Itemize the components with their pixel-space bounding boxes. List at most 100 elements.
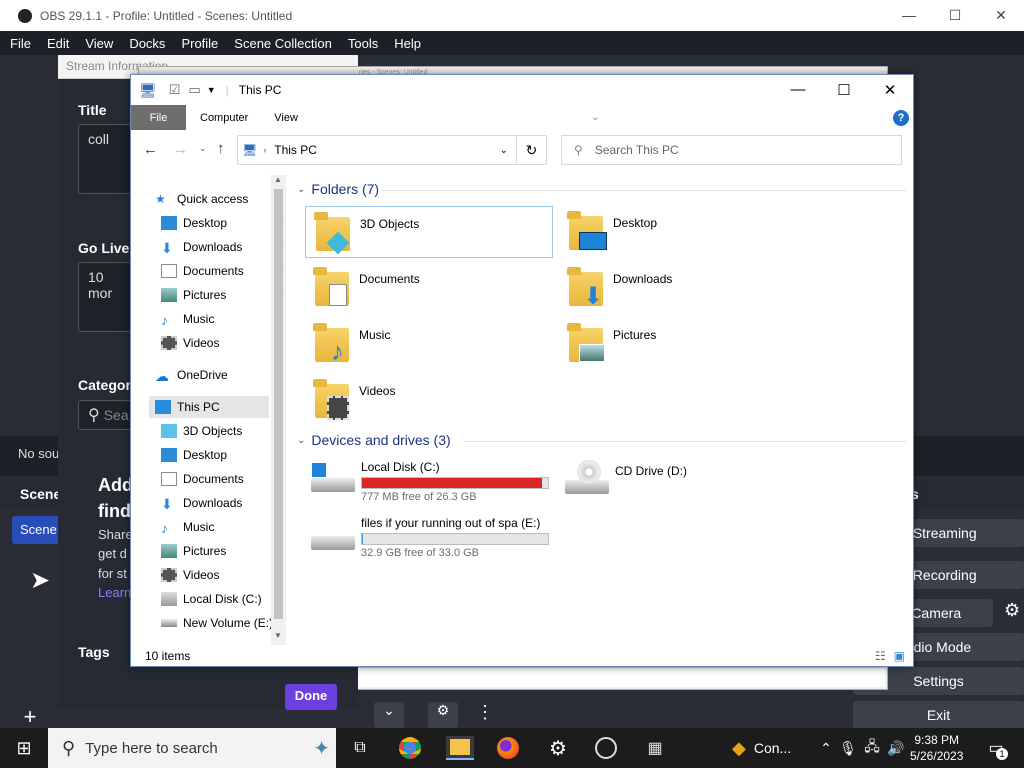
breadcrumb[interactable]: This PC xyxy=(274,143,317,157)
nav-onedrive[interactable]: ☁ OneDrive xyxy=(155,364,285,386)
firefox-icon[interactable] xyxy=(496,736,520,760)
expand-ribbon-icon[interactable]: ⌄ xyxy=(591,112,599,123)
taskbar-app-contest[interactable]: ◆ Con... xyxy=(732,736,812,760)
scene-item[interactable]: Scene xyxy=(12,516,58,544)
tab-computer[interactable]: Computer xyxy=(200,112,248,124)
collapse-chevron-icon[interactable]: ⌄ xyxy=(297,184,305,195)
add-heading-2: find xyxy=(98,501,131,521)
folder-videos[interactable]: Videos xyxy=(305,374,553,426)
mouse-cursor-icon: ➤ xyxy=(30,567,51,594)
tab-view[interactable]: View xyxy=(274,112,298,124)
drive-cd-d[interactable]: CD Drive (D:) xyxy=(563,460,687,500)
address-bar[interactable]: 🖥 › This PC ⌄ ↻ xyxy=(237,135,547,165)
folder-documents[interactable]: Documents xyxy=(305,262,553,314)
tags-label: Tags xyxy=(78,644,110,660)
new-folder-icon[interactable]: ▭ xyxy=(188,82,200,98)
taskbar-search-box[interactable]: ⚲ Type here to search ✦ xyxy=(48,728,336,768)
nav-scrollbar[interactable]: ▲ ▼ xyxy=(271,175,286,645)
chevron-down-icon[interactable]: ⌄ xyxy=(374,702,404,728)
star-icon: ★ xyxy=(155,192,166,206)
collapse-chevron-icon[interactable]: ⌄ xyxy=(297,435,305,446)
refresh-icon[interactable]: ↻ xyxy=(516,136,546,164)
help-icon[interactable]: ? xyxy=(893,109,909,126)
large-icons-view-icon[interactable]: ▣ xyxy=(894,649,905,663)
show-hidden-icons-icon[interactable]: ⌃ xyxy=(814,736,838,760)
add-scene-icon[interactable]: + xyxy=(16,704,44,729)
drive-e[interactable]: files if your running out of spa (E:) 32… xyxy=(309,516,549,559)
explorer-title: This PC xyxy=(238,83,282,97)
exit-button[interactable]: Exit xyxy=(853,701,1024,729)
go-live-input[interactable]: 10 mor xyxy=(78,262,138,332)
folder-pictures[interactable]: Pictures xyxy=(559,318,807,370)
scrollbar-thumb[interactable] xyxy=(274,189,283,619)
file-explorer-taskbar-icon[interactable] xyxy=(446,736,474,760)
volume-icon[interactable]: 🔊 xyxy=(884,736,908,760)
settings-taskbar-icon[interactable]: ⚙ xyxy=(546,736,570,760)
desktop-icon xyxy=(161,216,177,230)
windows-drive-icon xyxy=(309,460,355,500)
task-view-icon[interactable]: ⧉ xyxy=(348,736,372,760)
chrome-icon[interactable] xyxy=(398,736,422,760)
folder-3d-objects[interactable]: 3D Objects xyxy=(305,206,553,258)
properties-icon[interactable]: ☑ xyxy=(169,82,181,98)
menu-profile[interactable]: Profile xyxy=(181,36,218,51)
system-clock[interactable]: 9:38 PM 5/26/2023 xyxy=(910,732,963,764)
title-input[interactable]: coll xyxy=(78,124,138,194)
scroll-up-icon[interactable]: ▲ xyxy=(274,175,282,184)
drive-e-free-space: 32.9 GB free of 33.0 GB xyxy=(361,547,480,559)
documents-folder-icon xyxy=(313,266,353,310)
folder-music[interactable]: ♪ Music xyxy=(305,318,553,370)
menu-edit[interactable]: Edit xyxy=(47,36,69,51)
quick-access-toolbar-dropdown-icon[interactable]: ▼ xyxy=(207,85,216,95)
search-box[interactable]: ⚲ Search This PC xyxy=(561,135,902,165)
done-button[interactable]: Done xyxy=(285,684,337,710)
menu-tools[interactable]: Tools xyxy=(348,36,378,51)
gear-icon[interactable]: ⚙ xyxy=(1004,600,1020,621)
back-arrow-icon[interactable]: ← xyxy=(143,141,158,158)
breadcrumb-chevron-icon[interactable]: › xyxy=(263,145,266,155)
up-arrow-icon[interactable]: ↑ xyxy=(217,140,225,157)
menu-file[interactable]: File xyxy=(10,36,31,51)
forward-arrow-icon[interactable]: → xyxy=(173,141,188,158)
desktop-icon xyxy=(161,448,177,462)
search-highlight-icon: ✦ xyxy=(313,737,330,760)
menu-scene-collection[interactable]: Scene Collection xyxy=(234,36,332,51)
menu-help[interactable]: Help xyxy=(394,36,421,51)
windows-start-icon[interactable]: ⊞ xyxy=(12,736,36,760)
drive-local-disk-c[interactable]: Local Disk (C:) 777 MB free of 26.3 GB xyxy=(309,460,549,503)
devices-group-header[interactable]: ⌄ Devices and drives (3) xyxy=(297,432,451,448)
music-folder-icon: ♪ xyxy=(313,322,353,366)
maximize-icon[interactable]: ☐ xyxy=(932,7,978,24)
more-options-icon[interactable]: ⋮ xyxy=(470,702,500,728)
folder-downloads[interactable]: ⬇ Downloads xyxy=(559,262,807,314)
scroll-down-icon[interactable]: ▼ xyxy=(274,631,282,640)
menu-docks[interactable]: Docks xyxy=(129,36,165,51)
minimize-icon[interactable]: — xyxy=(886,7,932,24)
microphone-icon[interactable]: 🎙 xyxy=(836,736,860,760)
menu-view[interactable]: View xyxy=(85,36,113,51)
explorer-minimize-icon[interactable]: — xyxy=(775,81,821,99)
warning-diamond-icon: ◆ xyxy=(732,737,746,758)
address-dropdown-icon[interactable]: ⌄ xyxy=(500,145,508,156)
address-computer-icon: 🖥 xyxy=(242,143,258,157)
package-icon[interactable]: ▦ xyxy=(643,736,667,760)
obs-taskbar-icon[interactable] xyxy=(594,736,618,760)
explorer-maximize-icon[interactable]: ☐ xyxy=(821,81,867,99)
nav-quick-access[interactable]: ★ Quick access xyxy=(155,188,285,210)
category-search-input[interactable]: ⚲ Sea xyxy=(78,400,138,430)
close-icon[interactable]: ✕ xyxy=(978,7,1024,24)
network-icon[interactable]: 🖧 xyxy=(860,736,884,760)
folder-desktop[interactable]: Desktop xyxy=(559,206,807,258)
learn-more-link[interactable]: Learn xyxy=(98,585,131,600)
recent-locations-icon[interactable]: ⌄ xyxy=(199,143,207,154)
filters-gear-icon[interactable]: ⚙ xyxy=(428,702,458,728)
tab-file[interactable]: File xyxy=(131,105,186,130)
explorer-close-icon[interactable]: ✕ xyxy=(867,81,913,99)
folders-group-header[interactable]: ⌄ Folders (7) xyxy=(297,181,379,197)
notifications-icon[interactable]: ▭ 1 xyxy=(984,736,1008,760)
nav-this-pc[interactable]: This PC xyxy=(149,396,269,418)
pictures-folder-icon xyxy=(567,322,607,366)
clock-date: 5/26/2023 xyxy=(910,749,964,763)
obs-titlebar: OBS 29.1.1 - Profile: Untitled - Scenes:… xyxy=(0,0,1024,31)
details-view-icon[interactable]: ☷ xyxy=(875,649,886,663)
